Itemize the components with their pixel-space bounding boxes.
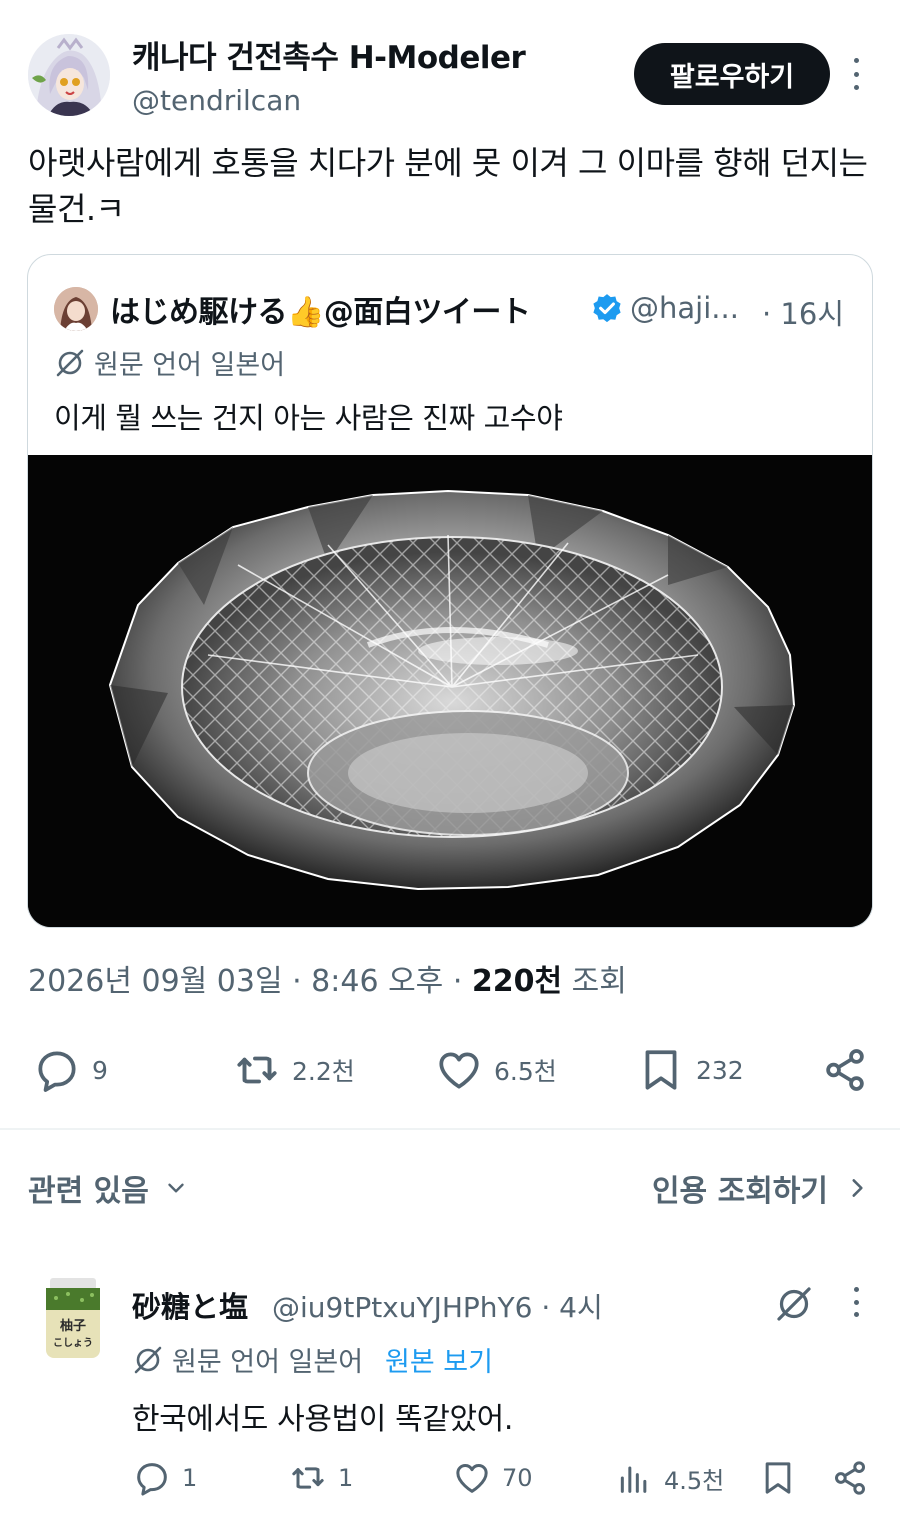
reply-repost-count: 1 — [338, 1464, 354, 1492]
avatar-label-1: 柚子 — [60, 1318, 86, 1334]
reply-text: 한국에서도 사용법이 똑같았어. — [132, 1402, 514, 1437]
reply-handle-time[interactable]: @iu9tPtxuYJHPhY6 · 4시 — [272, 1286, 603, 1326]
reply-count: 9 — [92, 1055, 108, 1085]
reply-translation-notice: 원문 언어 일본어 원본 보기 — [132, 1340, 493, 1379]
reply-repost-button[interactable]: 1 — [288, 1456, 353, 1500]
view-quotes-link[interactable]: 인용 조회하기 — [652, 1166, 870, 1210]
like-button[interactable]: 6.5천 — [434, 1040, 557, 1100]
chevron-down-icon — [168, 1183, 184, 1193]
tweet-header: 캐나다 건전촉수 H-Modeler @tendrilcan 팔로우하기 — [0, 0, 900, 130]
quote-author-handle[interactable]: @haji... — [630, 291, 739, 325]
quoted-tweet-card[interactable]: はじめ駆ける👍@面白ツイート @haji... · 16시 원문 언어 일본어 … — [27, 254, 873, 928]
reply-translation-label: 원문 언어 일본어 — [172, 1347, 364, 1378]
analytics-icon — [620, 1466, 647, 1493]
chevron-right-icon — [852, 1179, 863, 1197]
reply-tweet[interactable]: 柚子 こしょう 砂糖と塩 @iu9tPtxuYJHPhY6 · 4시 원문 언어… — [0, 1268, 900, 1519]
heart-icon — [456, 1464, 488, 1493]
reply-view-count: 4.5천 — [664, 1466, 725, 1495]
reply-views-button[interactable]: 4.5천 — [614, 1456, 724, 1500]
repost-button[interactable]: 2.2천 — [232, 1040, 355, 1100]
repost-icon — [292, 1467, 324, 1489]
translate-icon — [56, 349, 84, 376]
bookmark-count: 232 — [696, 1055, 744, 1085]
reply-share-button[interactable] — [830, 1456, 870, 1500]
section-divider — [0, 1128, 900, 1130]
view-quotes-label: 인용 조회하기 — [651, 1174, 828, 1209]
quote-avatar-image — [54, 287, 98, 331]
crystal-ashtray-image[interactable] — [28, 455, 872, 927]
tweet-date: 2026년 09월 03일 · 8:46 오후 · — [28, 964, 472, 999]
reply-like-button[interactable]: 70 — [452, 1456, 533, 1500]
reply-icon — [137, 1463, 167, 1496]
share-icon — [835, 1461, 865, 1495]
view-label: 조회 — [562, 964, 627, 999]
reply-author-avatar[interactable]: 柚子 こしょう — [40, 1278, 106, 1360]
reply-like-count: 70 — [502, 1464, 533, 1492]
heart-icon — [439, 1052, 479, 1089]
reply-button[interactable]: 9 — [32, 1040, 108, 1100]
like-count: 6.5천 — [494, 1057, 557, 1086]
tweet-text: 아랫사람에게 호통을 치다가 분에 못 이겨 그 이마를 향해 던지는 물건.ㅋ — [28, 144, 868, 228]
reply-author-name[interactable]: 砂糖と塩 — [132, 1284, 248, 1326]
share-button[interactable] — [820, 1040, 870, 1100]
reply-icon — [38, 1051, 76, 1092]
repost-count: 2.2천 — [292, 1057, 355, 1086]
quote-timestamp[interactable]: · 16시 — [762, 291, 844, 333]
grok-icon[interactable] — [774, 1284, 814, 1324]
quote-author-name[interactable]: はじめ駆ける👍@面白ツイート — [110, 287, 531, 331]
reply-actions: 1 1 70 4.5천 — [0, 1456, 900, 1500]
quote-translation-notice: 원문 언어 일본어 — [54, 343, 285, 382]
share-icon — [826, 1049, 864, 1091]
show-original-link[interactable]: 원본 보기 — [385, 1340, 493, 1379]
repost-icon — [237, 1056, 277, 1084]
bookmark-icon — [765, 1462, 791, 1494]
view-count: 220천 — [471, 964, 563, 999]
ashtray-illustration — [28, 455, 872, 927]
quote-author-avatar[interactable] — [54, 287, 98, 331]
related-label: 관련 있음 — [28, 1174, 149, 1209]
anime-avatar-image — [28, 34, 110, 116]
related-sort-dropdown[interactable]: 관련 있음 — [28, 1166, 189, 1210]
quote-translation-label: 원문 언어 일본어 — [94, 350, 286, 381]
more-options-icon[interactable] — [840, 54, 872, 94]
quote-text: 이게 뭘 쓰는 건지 아는 사람은 진짜 고수야 — [54, 401, 563, 435]
tweet-meta: 2026년 09월 03일 · 8:46 오후 · 220천 조회 — [28, 956, 627, 1000]
reply-more-options-icon[interactable] — [840, 1284, 872, 1320]
reply-reply-button[interactable]: 1 — [132, 1456, 197, 1500]
reply-bookmark-button[interactable] — [758, 1456, 798, 1500]
author-avatar[interactable] — [28, 34, 110, 116]
tweet-actions: 9 2.2천 6.5천 232 — [0, 1040, 900, 1100]
author-display-name[interactable]: 캐나다 건전촉수 H-Modeler — [132, 32, 526, 77]
follow-button[interactable]: 팔로우하기 — [634, 43, 830, 105]
bookmark-button[interactable]: 232 — [636, 1040, 744, 1100]
translate-icon — [134, 1346, 162, 1373]
yuzu-jar-avatar: 柚子 こしょう — [46, 1278, 100, 1358]
bookmark-icon — [645, 1050, 677, 1090]
author-handle[interactable]: @tendrilcan — [132, 84, 301, 117]
reply-reply-count: 1 — [182, 1464, 198, 1492]
verified-badge-icon — [593, 294, 621, 323]
avatar-label-2: こしょう — [53, 1337, 93, 1349]
